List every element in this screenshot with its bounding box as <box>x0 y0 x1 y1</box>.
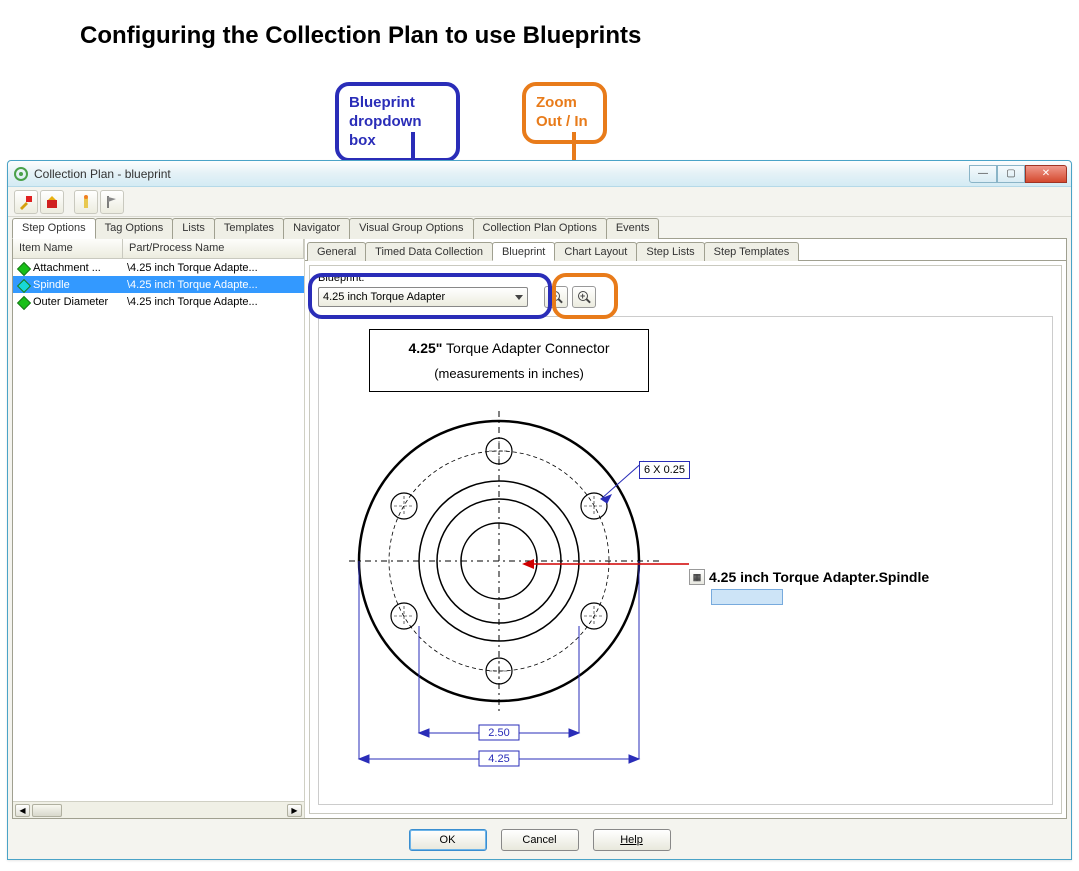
tool-candle-icon[interactable] <box>74 190 98 214</box>
tool-wizard-icon[interactable] <box>14 190 38 214</box>
item-name: Spindle <box>33 279 123 291</box>
main-tabs: Step OptionsTag OptionsListsTemplatesNav… <box>12 217 1067 239</box>
item-marker-icon <box>16 261 30 275</box>
spindle-icon: ▦ <box>689 569 705 585</box>
spindle-input[interactable] <box>711 589 783 605</box>
list-row[interactable]: Outer Diameter\4.25 inch Torque Adapte..… <box>13 293 304 310</box>
item-marker-icon <box>16 278 30 292</box>
scroll-thumb[interactable] <box>32 804 62 817</box>
tab-events[interactable]: Events <box>606 218 660 239</box>
list-scrollbar[interactable]: ◀ ▶ <box>13 801 304 818</box>
help-button[interactable]: Help <box>593 829 671 851</box>
blueprint-panel: Blueprint: 4.25 inch Torque Adapter − + <box>309 265 1062 814</box>
item-name: Attachment ... <box>33 262 123 274</box>
item-list-pane: Item Name Part/Process Name Attachment .… <box>13 239 305 818</box>
page-title: Configuring the Collection Plan to use B… <box>80 22 641 50</box>
tool-alarm-icon[interactable] <box>40 190 64 214</box>
window-title: Collection Plan - blueprint <box>34 167 969 181</box>
drawing-title-box: 4.25" Torque Adapter Connector (measurem… <box>369 329 649 392</box>
drawing-title-rest: Torque Adapter Connector <box>442 340 609 356</box>
app-icon <box>14 167 28 181</box>
ok-button[interactable]: OK <box>409 829 487 851</box>
red-pointer-arrow <box>514 554 694 574</box>
tab-visual-group-options[interactable]: Visual Group Options <box>349 218 473 239</box>
toolbar <box>8 187 1071 217</box>
zoom-in-icon: + <box>578 291 590 303</box>
sub-tabs: GeneralTimed Data CollectionBlueprintCha… <box>305 239 1066 261</box>
tool-flag-icon[interactable] <box>100 190 124 214</box>
blueprint-selected: 4.25 inch Torque Adapter <box>323 291 445 303</box>
zoom-out-icon: − <box>550 291 562 303</box>
list-header: Item Name Part/Process Name <box>13 239 304 259</box>
dim-outer: 4.25 <box>488 753 509 765</box>
chevron-down-icon <box>515 295 523 300</box>
drawing-subtitle: (measurements in inches) <box>376 366 642 381</box>
item-name: Outer Diameter <box>33 296 123 308</box>
part-name: \4.25 inch Torque Adapte... <box>123 296 304 308</box>
close-button[interactable]: ✕ <box>1025 165 1067 183</box>
subtab-step-lists[interactable]: Step Lists <box>636 242 704 261</box>
dim-inner: 2.50 <box>488 727 509 739</box>
dialog-buttons: OK Cancel Help <box>8 829 1071 851</box>
item-marker-icon <box>16 295 30 309</box>
subtab-blueprint[interactable]: Blueprint <box>492 242 555 261</box>
tab-navigator[interactable]: Navigator <box>283 218 350 239</box>
spindle-text: 4.25 inch Torque Adapter.Spindle <box>709 569 929 585</box>
drawing-title-size: 4.25" <box>409 340 443 356</box>
callout-blueprint: Blueprint dropdown box <box>335 82 460 162</box>
minimize-button[interactable]: — <box>969 165 997 183</box>
scroll-left-icon[interactable]: ◀ <box>15 804 30 817</box>
tab-step-options[interactable]: Step Options <box>12 218 96 239</box>
list-body: Attachment ...\4.25 inch Torque Adapte..… <box>13 259 304 801</box>
app-window: Collection Plan - blueprint — ▢ ✕ Step O… <box>7 160 1072 860</box>
bolt-note: 6 X 0.25 <box>639 461 690 479</box>
col-item-name[interactable]: Item Name <box>13 239 123 258</box>
blueprint-label: Blueprint: <box>318 272 364 284</box>
flange-svg: 2.50 4.25 <box>339 401 679 771</box>
subtab-timed-data-collection[interactable]: Timed Data Collection <box>365 242 493 261</box>
part-name: \4.25 inch Torque Adapte... <box>123 279 304 291</box>
part-name: \4.25 inch Torque Adapte... <box>123 262 304 274</box>
list-row[interactable]: Spindle\4.25 inch Torque Adapte... <box>13 276 304 293</box>
blueprint-dropdown[interactable]: 4.25 inch Torque Adapter <box>318 287 528 307</box>
scroll-right-icon[interactable]: ▶ <box>287 804 302 817</box>
list-row[interactable]: Attachment ...\4.25 inch Torque Adapte..… <box>13 259 304 276</box>
col-part-name[interactable]: Part/Process Name <box>123 239 304 258</box>
tab-tag-options[interactable]: Tag Options <box>95 218 174 239</box>
zoom-in-button[interactable]: + <box>572 286 596 308</box>
titlebar: Collection Plan - blueprint — ▢ ✕ <box>8 161 1071 187</box>
zoom-out-button[interactable]: − <box>544 286 568 308</box>
subtab-chart-layout[interactable]: Chart Layout <box>554 242 637 261</box>
tab-collection-plan-options[interactable]: Collection Plan Options <box>473 218 607 239</box>
subtab-general[interactable]: General <box>307 242 366 261</box>
maximize-button[interactable]: ▢ <box>997 165 1025 183</box>
spindle-label: ▦ 4.25 inch Torque Adapter.Spindle <box>689 569 929 585</box>
callout-zoom: Zoom Out / In <box>522 82 607 144</box>
right-pane: GeneralTimed Data CollectionBlueprintCha… <box>305 239 1066 818</box>
cancel-button[interactable]: Cancel <box>501 829 579 851</box>
tab-templates[interactable]: Templates <box>214 218 284 239</box>
blueprint-drawing[interactable]: 4.25" Torque Adapter Connector (measurem… <box>318 316 1053 805</box>
subtab-step-templates[interactable]: Step Templates <box>704 242 800 261</box>
tab-lists[interactable]: Lists <box>172 218 215 239</box>
